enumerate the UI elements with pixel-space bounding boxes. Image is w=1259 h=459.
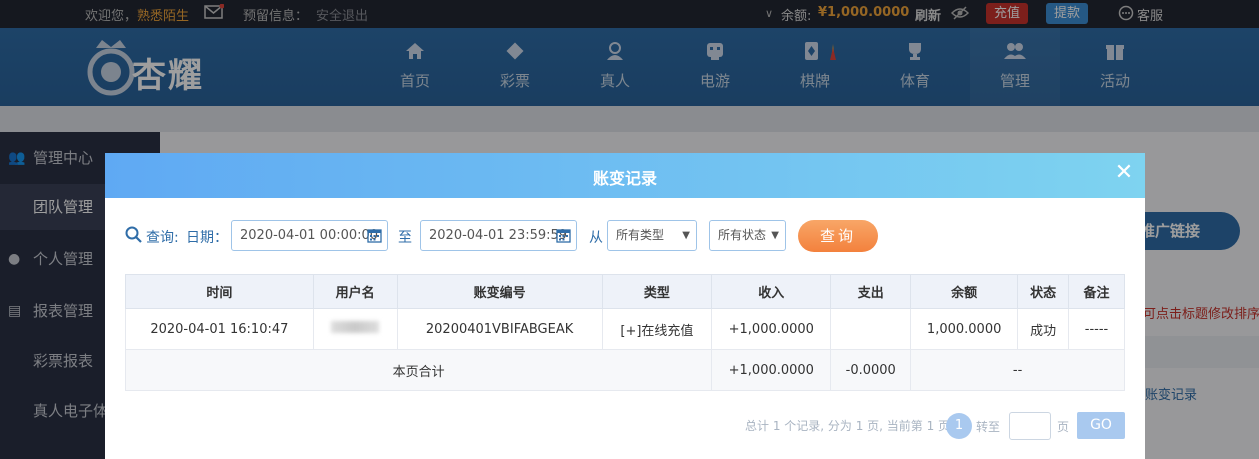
col-note[interactable]: 备注 bbox=[1068, 274, 1125, 309]
type-select[interactable]: 所有类型 ▼ bbox=[607, 220, 697, 251]
col-balance[interactable]: 余额 bbox=[910, 274, 1019, 309]
cell-username bbox=[312, 308, 398, 350]
col-expense[interactable]: 支出 bbox=[830, 274, 912, 309]
calendar-icon[interactable] bbox=[367, 228, 382, 243]
col-time[interactable]: 时间 bbox=[125, 274, 314, 309]
start-date-input[interactable]: 2020-04-01 00:00:00 bbox=[231, 220, 388, 251]
goto-label: 转至 bbox=[976, 420, 1001, 434]
col-income[interactable]: 收入 bbox=[711, 274, 832, 309]
goto-page-input[interactable] bbox=[1009, 412, 1051, 440]
cell-expense bbox=[830, 308, 912, 350]
cell-serial: 20200401VBIFABGEAK bbox=[396, 308, 603, 350]
cell-status: 成功 bbox=[1017, 308, 1070, 350]
modal-title: 账变记录 bbox=[592, 169, 657, 188]
summary-rest: -- bbox=[910, 349, 1125, 391]
close-icon[interactable]: ✕ bbox=[1113, 162, 1135, 184]
col-status[interactable]: 状态 bbox=[1017, 274, 1070, 309]
pager-info: 总计 1 个记录, 分为 1 页, 当前第 1 页 bbox=[745, 419, 951, 433]
query-label: 查询: bbox=[146, 230, 179, 246]
to-label: 至 bbox=[398, 230, 412, 246]
cell-balance: 1,000.0000 bbox=[910, 308, 1019, 350]
table-row: 2020-04-01 16:10:47 20200401VBIFABGEAK [… bbox=[125, 308, 1125, 350]
query-button[interactable]: 查询 bbox=[798, 220, 878, 252]
page-label: 页 bbox=[1057, 420, 1070, 434]
calendar-icon[interactable] bbox=[556, 228, 571, 243]
blurred-username bbox=[331, 321, 380, 333]
from-label: 从 bbox=[589, 230, 603, 246]
table-header-row: 时间 用户名 账变编号 类型 收入 支出 余额 状态 备注 bbox=[125, 274, 1125, 309]
transaction-table: 时间 用户名 账变编号 类型 收入 支出 余额 状态 备注 2020-04-01… bbox=[124, 274, 1125, 391]
cell-note: ----- bbox=[1068, 308, 1125, 350]
caret-down-icon: ▼ bbox=[682, 230, 690, 241]
search-icon bbox=[125, 226, 142, 243]
status-select[interactable]: 所有状态 ▼ bbox=[709, 220, 786, 251]
cell-time: 2020-04-01 16:10:47 bbox=[125, 308, 314, 350]
col-username[interactable]: 用户名 bbox=[312, 274, 398, 309]
caret-down-icon: ▼ bbox=[771, 230, 779, 241]
col-type[interactable]: 类型 bbox=[601, 274, 713, 309]
summary-expense: -0.0000 bbox=[830, 349, 912, 391]
summary-label: 本页合计 bbox=[124, 349, 713, 391]
col-serial[interactable]: 账变编号 bbox=[396, 274, 603, 309]
cell-income: +1,000.0000 bbox=[711, 308, 832, 350]
transaction-modal: 账变记录 ✕ 查询: 日期： 2020-04-01 00:00:00 至 202… bbox=[105, 153, 1145, 459]
modal-header: 账变记录 ✕ bbox=[105, 153, 1145, 198]
summary-row: 本页合计 +1,000.0000 -0.0000 -- bbox=[124, 349, 1125, 391]
page-number-current[interactable]: 1 bbox=[946, 413, 972, 439]
summary-income: +1,000.0000 bbox=[711, 349, 832, 391]
go-button[interactable]: GO bbox=[1077, 412, 1125, 439]
date-label: 日期： bbox=[186, 230, 228, 246]
cell-type: [+]在线充值 bbox=[601, 308, 713, 350]
end-date-input[interactable]: 2020-04-01 23:59:59 bbox=[420, 220, 577, 251]
